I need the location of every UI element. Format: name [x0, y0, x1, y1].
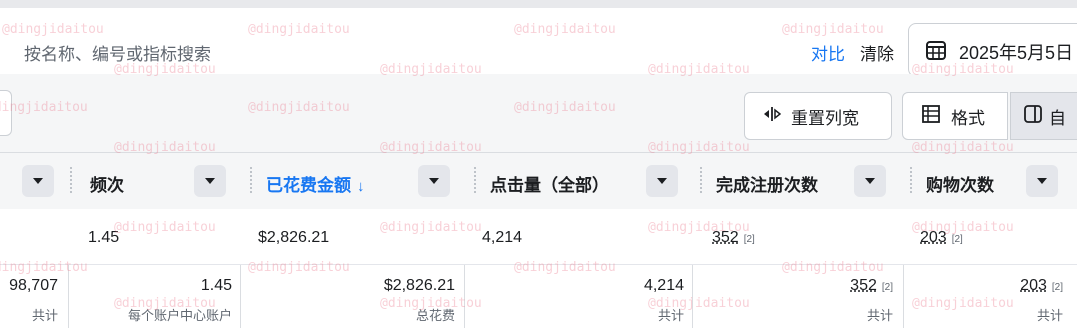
- date-range-label: 2025年5月5日: [959, 39, 1073, 65]
- total-frequency-sub: 每个账户中心账户: [128, 305, 232, 324]
- column-divider: [692, 265, 693, 328]
- reset-column-width-button[interactable]: 重置列宽: [744, 92, 892, 140]
- column-spend-dropdown[interactable]: [418, 165, 450, 197]
- registrations-value: 352: [712, 229, 739, 246]
- column-purchases-dropdown[interactable]: [1026, 165, 1058, 197]
- clear-link[interactable]: 清除: [860, 40, 894, 65]
- total-frequency-value: 1.45: [201, 277, 232, 295]
- column-resize-handle[interactable]: [474, 167, 476, 193]
- table-header: 频次 已花费金额 ↓ 点击量（全部） 完成注册次数 购物次数: [0, 152, 1077, 210]
- top-bar: 按名称、编号或指标搜索 对比 清除 2025年5月5日: [0, 0, 1077, 74]
- registrations-footnote: [2]: [744, 234, 755, 245]
- cell-spend: $2,826.21: [258, 229, 329, 247]
- column-resize-handle[interactable]: [700, 167, 702, 193]
- cell-registrations[interactable]: 352 [2]: [712, 229, 755, 247]
- total-registrations-footnote: [2]: [882, 282, 893, 293]
- column-clicks-dropdown[interactable]: [646, 165, 678, 197]
- total-spend-value: $2,826.21: [384, 277, 455, 295]
- date-picker[interactable]: 2025年5月5日: [908, 23, 1077, 77]
- column-resize-handle[interactable]: [910, 167, 912, 193]
- toolbar-left-control[interactable]: [0, 90, 12, 136]
- column-divider: [68, 265, 69, 328]
- total-purchases-sub: 共计: [1037, 305, 1063, 324]
- customize-columns-label: 自: [1049, 104, 1066, 129]
- search-input[interactable]: 按名称、编号或指标搜索: [24, 40, 211, 65]
- cell-clicks: 4,214: [482, 229, 522, 247]
- column-header-clicks[interactable]: 点击量（全部）: [490, 171, 609, 196]
- format-button[interactable]: 格式: [902, 92, 1008, 140]
- column-resize-handle[interactable]: [250, 167, 252, 193]
- table-row[interactable]: 1.45 $2,826.21 4,214 352 [2] 203 [2]: [0, 209, 1077, 265]
- sort-desc-icon: ↓: [357, 178, 365, 195]
- compare-link[interactable]: 对比: [811, 40, 845, 65]
- format-icon: [921, 104, 941, 129]
- column-header-purchases[interactable]: 购物次数: [926, 171, 994, 196]
- reset-column-width-label: 重置列宽: [791, 104, 859, 129]
- total-purchases-number: 203: [1020, 277, 1047, 294]
- cell-purchases[interactable]: 203 [2]: [920, 229, 963, 247]
- customize-columns-button[interactable]: 自: [1010, 92, 1077, 140]
- column-frequency-dropdown[interactable]: [194, 165, 226, 197]
- column-resize-handle[interactable]: [70, 167, 72, 193]
- total-registrations-sub: 共计: [867, 305, 893, 324]
- cell-frequency: 1.45: [88, 229, 119, 247]
- column-divider: [903, 265, 904, 328]
- total-first-sub: 共计: [32, 305, 58, 324]
- calendar-icon: [925, 39, 947, 66]
- total-purchases-footnote: [2]: [1052, 282, 1063, 293]
- total-clicks-value: 4,214: [644, 277, 684, 295]
- table-toolbar: 重置列宽 格式 自: [0, 74, 1077, 152]
- column-divider: [240, 265, 241, 328]
- total-purchases-value: 203 [2]: [1020, 277, 1063, 295]
- purchases-value: 203: [920, 229, 947, 246]
- column-header-frequency[interactable]: 频次: [90, 171, 124, 196]
- total-registrations-value: 352 [2]: [850, 277, 893, 295]
- column-resize-icon: [763, 106, 781, 127]
- column-registrations-dropdown[interactable]: [854, 165, 886, 197]
- purchases-footnote: [2]: [952, 234, 963, 245]
- format-label: 格式: [951, 104, 985, 129]
- column-divider: [464, 265, 465, 328]
- total-first-value: 98,707: [9, 277, 58, 295]
- column-header-spend-label: 已花费金额: [266, 176, 351, 195]
- panel-icon: [1023, 104, 1043, 129]
- column-header-spend[interactable]: 已花费金额 ↓: [266, 171, 365, 196]
- column-header-registrations[interactable]: 完成注册次数: [716, 171, 818, 196]
- totals-row: 98,707 共计 1.45 每个账户中心账户 $2,826.21 总花费 4,…: [0, 265, 1077, 328]
- column-0-dropdown[interactable]: [22, 165, 54, 197]
- total-registrations-number: 352: [850, 277, 877, 294]
- total-spend-sub: 总花费: [416, 305, 455, 324]
- total-clicks-sub: 共计: [658, 305, 684, 324]
